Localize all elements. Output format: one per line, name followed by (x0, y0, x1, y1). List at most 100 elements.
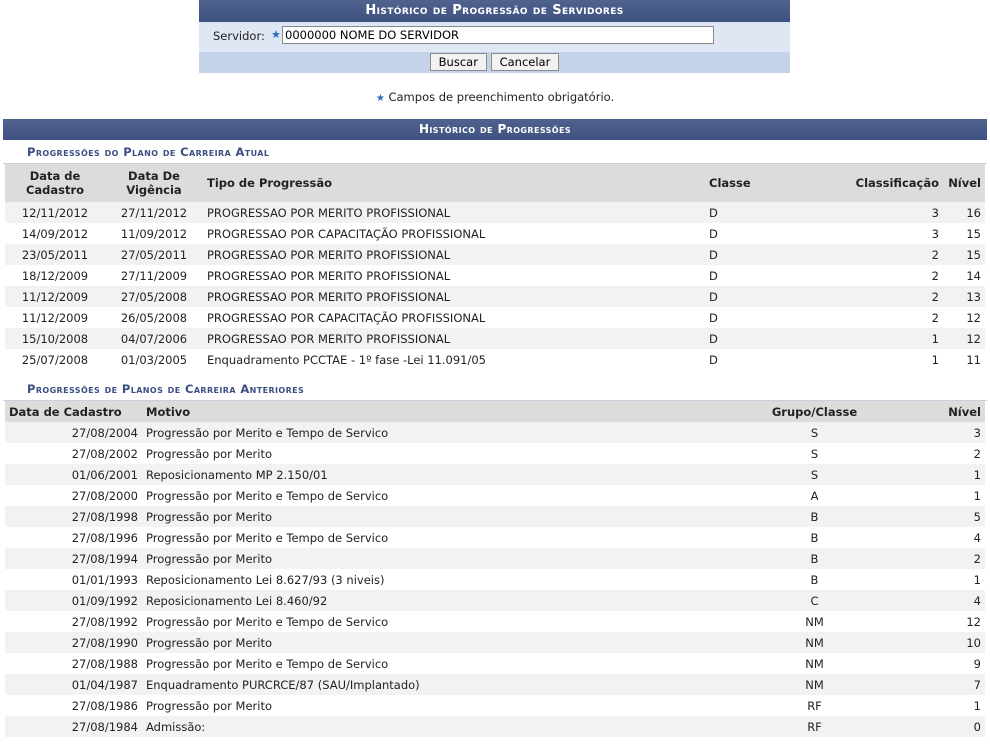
cell-data-cadastro: 11/12/2009 (5, 307, 105, 328)
required-note: ★ Campos de preenchimento obrigatório. (0, 90, 990, 104)
col-motivo: Motivo (142, 401, 762, 422)
table-row: 15/10/2008 04/07/2006 PROGRESSAO POR MERIT… (5, 328, 985, 349)
cell-classificacao: 2 (835, 265, 943, 286)
cell-nivel: 9 (867, 653, 985, 674)
cell-grupo-classe: S (762, 422, 867, 443)
cell-motivo: Reposicionamento Lei 8.627/93 (3 niveis) (142, 569, 762, 590)
cell-tipo-progressao: PROGRESSAO POR MERITO PROFISSIONAL (203, 328, 705, 349)
cell-data-vigencia: 04/07/2006 (105, 328, 203, 349)
cell-motivo: Progressão por Merito e Tempo de Servico (142, 653, 762, 674)
required-star-icon: ★ (375, 93, 385, 104)
servidor-label: Servidor: (213, 29, 265, 43)
buscar-button[interactable]: Buscar (429, 53, 487, 71)
cell-motivo: Enquadramento PURCRCE/87 (SAU/Implantado… (142, 674, 762, 695)
table-row: 27/08/2004 Progressão por Merito e Tempo … (5, 422, 985, 443)
cell-data-cadastro: 27/08/2000 (5, 485, 142, 506)
table-row: 01/06/2001 Reposicionamento MP 2.150/01 S 1 (5, 464, 985, 485)
cell-grupo-classe: B (762, 548, 867, 569)
cell-data-vigencia: 27/11/2009 (105, 265, 203, 286)
cell-classificacao: 3 (835, 223, 943, 244)
cell-data-vigencia: 11/09/2012 (105, 223, 203, 244)
table-row: 27/08/1984 Admissão: RF 0 (5, 716, 985, 737)
table-row: 11/12/2009 27/05/2008 PROGRESSAO POR MERIT… (5, 286, 985, 307)
panel-title: Histórico de Progressões (3, 119, 987, 140)
cell-nivel: 1 (867, 695, 985, 716)
cell-nivel: 14 (943, 265, 985, 286)
cell-data-cadastro: 01/09/1992 (5, 590, 142, 611)
section-title-anteriores: Progressões de Planos de Carreira Anteri… (3, 377, 987, 401)
cell-data-cadastro: 18/12/2009 (5, 265, 105, 286)
required-star-icon: ★ (271, 28, 281, 41)
cell-grupo-classe: C (762, 590, 867, 611)
table-row: 27/08/1990 Progressão por Merito NM 10 (5, 632, 985, 653)
cancelar-button[interactable]: Cancelar (490, 53, 560, 71)
cell-grupo-classe: S (762, 443, 867, 464)
section-title-atual: Progressões do Plano de Carreira Atual (3, 140, 987, 164)
cell-classificacao: 1 (835, 349, 943, 370)
col-classe: Classe (705, 164, 835, 202)
cell-grupo-classe: B (762, 506, 867, 527)
cell-nivel: 7 (867, 674, 985, 695)
required-note-text: Campos de preenchimento obrigatório. (388, 90, 615, 104)
cell-classe: D (705, 286, 835, 307)
cell-data-cadastro: 27/08/1996 (5, 527, 142, 548)
cell-data-cadastro: 01/01/1993 (5, 569, 142, 590)
cell-nivel: 1 (867, 485, 985, 506)
table-row: 14/09/2012 11/09/2012 PROGRESSAO POR CAPAC… (5, 223, 985, 244)
cell-motivo: Progressão por Merito (142, 695, 762, 716)
cell-classe: D (705, 223, 835, 244)
cell-nivel: 16 (943, 202, 985, 223)
cell-grupo-classe: NM (762, 632, 867, 653)
cell-data-cadastro: 01/06/2001 (5, 464, 142, 485)
table-row: 27/08/2002 Progressão por Merito S 2 (5, 443, 985, 464)
cell-data-cadastro: 27/08/1994 (5, 548, 142, 569)
col-tipo-progressao: Tipo de Progressão (203, 164, 705, 202)
form-title: Histórico de Progressão de Servidores (199, 0, 790, 22)
cell-classificacao: 2 (835, 244, 943, 265)
cell-motivo: Progressão por Merito (142, 548, 762, 569)
cell-motivo: Progressão por Merito (142, 506, 762, 527)
servidor-input[interactable] (282, 26, 714, 44)
cell-classificacao: 2 (835, 286, 943, 307)
cell-tipo-progressao: PROGRESSAO POR MERITO PROFISSIONAL (203, 286, 705, 307)
cell-data-cadastro: 23/05/2011 (5, 244, 105, 265)
search-form: Histórico de Progressão de Servidores Se… (199, 0, 790, 73)
cell-nivel: 12 (867, 611, 985, 632)
col-data-cadastro: Data de Cadastro (5, 401, 142, 422)
table-row: 01/09/1992 Reposicionamento Lei 8.460/92 C… (5, 590, 985, 611)
cell-motivo: Progressão por Merito e Tempo de Servico (142, 611, 762, 632)
table-row: 23/05/2011 27/05/2011 PROGRESSAO POR MERIT… (5, 244, 985, 265)
cell-nivel: 15 (943, 244, 985, 265)
cell-tipo-progressao: PROGRESSAO POR MERITO PROFISSIONAL (203, 202, 705, 223)
cell-motivo: Progressão por Merito (142, 443, 762, 464)
col-data-cadastro: Data de Cadastro (5, 164, 105, 202)
cell-classe: D (705, 244, 835, 265)
cell-classificacao: 3 (835, 202, 943, 223)
cell-motivo: Reposicionamento MP 2.150/01 (142, 464, 762, 485)
cell-nivel: 15 (943, 223, 985, 244)
cell-nivel: 4 (867, 527, 985, 548)
cell-data-cadastro: 01/04/1987 (5, 674, 142, 695)
cell-nivel: 1 (867, 569, 985, 590)
col-grupo-classe: Grupo/Classe (762, 401, 867, 422)
button-bar: Buscar Cancelar (199, 52, 790, 73)
col-nivel: Nível (943, 164, 985, 202)
cell-grupo-classe: S (762, 464, 867, 485)
cell-grupo-classe: B (762, 527, 867, 548)
historico-panel: Histórico de Progressões Progressões do … (3, 119, 987, 745)
cell-tipo-progressao: PROGRESSAO POR MERITO PROFISSIONAL (203, 244, 705, 265)
cell-nivel: 3 (867, 422, 985, 443)
cell-motivo: Admissão: (142, 716, 762, 737)
atual-table: Data de Cadastro Data De Vigência Tipo d… (5, 164, 985, 370)
cell-data-cadastro: 14/09/2012 (5, 223, 105, 244)
cell-classe: D (705, 202, 835, 223)
cell-tipo-progressao: PROGRESSAO POR CAPACITAÇÃO PROFISSIONAL (203, 307, 705, 328)
cell-data-cadastro: 25/07/2008 (5, 349, 105, 370)
table-row: 27/08/1986 Progressão por Merito RF 1 (5, 695, 985, 716)
cell-classe: D (705, 349, 835, 370)
cell-motivo: Progressão por Merito e Tempo de Servico (142, 527, 762, 548)
cell-nivel: 2 (867, 443, 985, 464)
cell-data-cadastro: 27/08/2004 (5, 422, 142, 443)
cell-data-vigencia: 01/03/2005 (105, 349, 203, 370)
cell-classe: D (705, 307, 835, 328)
